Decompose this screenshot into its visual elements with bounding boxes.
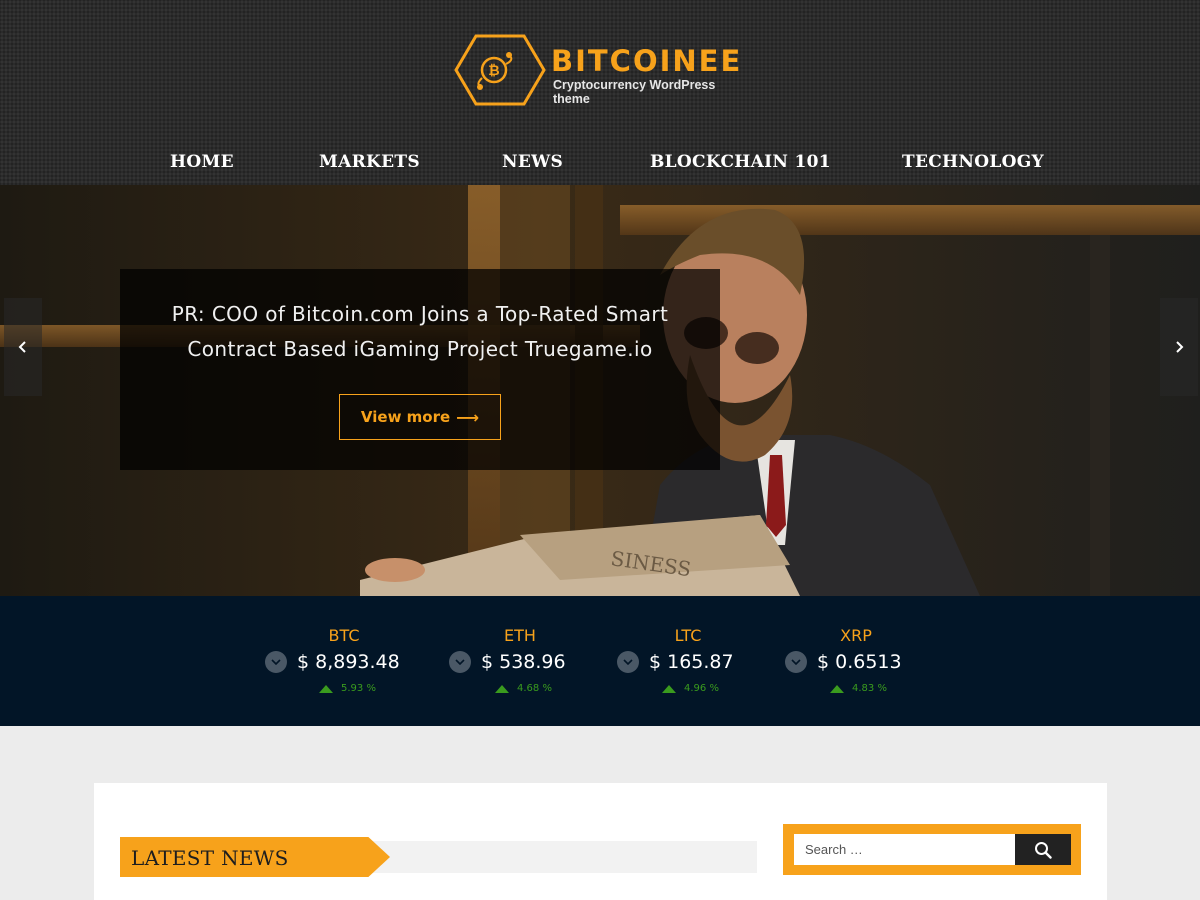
coin-change-percent: 4.68 % (517, 683, 552, 694)
coin-price: $ 8,893.48 (297, 651, 400, 673)
coin-toggle-icon[interactable] (265, 651, 287, 673)
slider-prev-button[interactable] (4, 298, 42, 396)
chevron-right-icon (1176, 341, 1184, 353)
search-input[interactable] (794, 834, 1016, 865)
slide-caption: PR: COO of Bitcoin.com Joins a Top-Rated… (120, 269, 720, 470)
coin-symbol: ETH (504, 626, 536, 645)
bitcoin-hexagon-icon: ₿ (454, 34, 546, 106)
main-content: LATEST NEWS (94, 783, 1107, 900)
coin-change: 4.83 % (830, 683, 887, 694)
coin-toggle-icon[interactable] (785, 651, 807, 673)
coin-change: 4.96 % (662, 683, 719, 694)
slide-title[interactable]: PR: COO of Bitcoin.com Joins a Top-Rated… (120, 297, 720, 367)
coin-price: $ 165.87 (649, 651, 734, 673)
price-ticker: BTC $ 8,893.48 5.93 % ETH $ 538.96 4.68 … (0, 596, 1200, 726)
coin-change-percent: 4.83 % (852, 683, 887, 694)
nav-item-home[interactable]: HOME (170, 152, 234, 172)
latest-news-heading: LATEST NEWS (131, 846, 289, 870)
coin-symbol: XRP (840, 626, 872, 645)
section-title-ribbon: LATEST NEWS (120, 837, 390, 877)
nav-item-markets[interactable]: MARKETS (319, 152, 420, 172)
main-navigation: HOME MARKETS NEWS BLOCKCHAIN 101 TECHNOL… (0, 142, 1200, 185)
trend-up-icon (662, 684, 676, 693)
coin-toggle-icon[interactable] (617, 651, 639, 673)
svg-text:₿: ₿ (488, 63, 499, 79)
view-more-button[interactable]: View more ⟶ (339, 394, 501, 440)
site-title[interactable]: BITCOINEE (551, 44, 742, 78)
site-header: ₿ BITCOINEE Cryptocurrency WordPress the… (0, 0, 1200, 185)
coin-symbol: LTC (674, 626, 702, 645)
view-more-label: View more (360, 408, 451, 426)
site-tagline: Cryptocurrency WordPress theme (553, 78, 716, 106)
coin-price: $ 538.96 (481, 651, 566, 673)
slider-next-button[interactable] (1160, 298, 1198, 396)
search-icon (1035, 841, 1052, 859)
slide-title-line-2: Contract Based iGaming Project Truegame.… (187, 337, 653, 361)
trend-up-icon (830, 684, 844, 693)
coin-change: 4.68 % (495, 683, 552, 694)
coin-toggle-icon[interactable] (449, 651, 471, 673)
arrow-right-icon: ⟶ (456, 407, 480, 427)
coin-change: 5.93 % (319, 683, 376, 694)
trend-up-icon (319, 684, 333, 693)
search-button[interactable] (1015, 834, 1071, 865)
nav-item-news[interactable]: NEWS (502, 152, 563, 172)
nav-item-blockchain-101[interactable]: BLOCKCHAIN 101 (650, 152, 831, 172)
coin-change-percent: 4.96 % (684, 683, 719, 694)
hero-slider: SINESS PR: COO of Bitcoin.com Joins a To… (0, 185, 1200, 596)
slide-title-line-1: PR: COO of Bitcoin.com Joins a Top-Rated… (171, 302, 669, 326)
chevron-left-icon (18, 341, 26, 353)
coin-price: $ 0.6513 (817, 651, 902, 673)
trend-up-icon (495, 684, 509, 693)
coin-change-percent: 5.93 % (341, 683, 376, 694)
site-logo[interactable]: ₿ BITCOINEE Cryptocurrency WordPress the… (454, 34, 754, 106)
nav-item-technology[interactable]: TECHNOLOGY (902, 152, 1044, 172)
coin-symbol: BTC (328, 626, 360, 645)
search-widget (783, 824, 1081, 875)
